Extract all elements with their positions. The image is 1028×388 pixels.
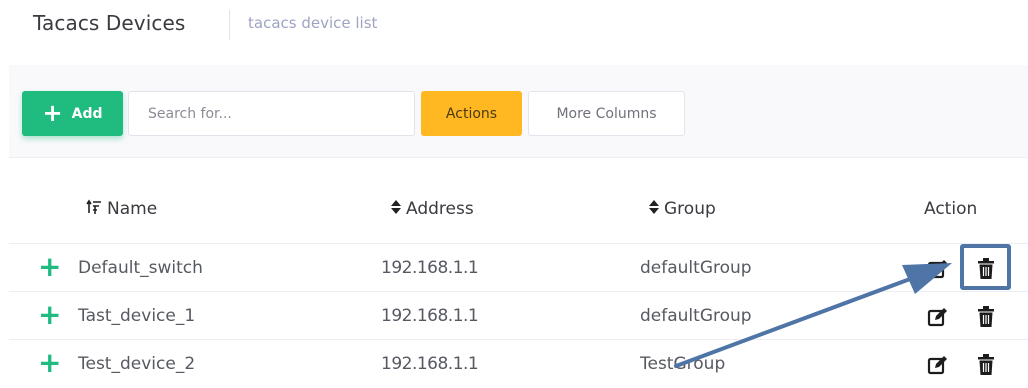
add-button[interactable]: + Add [22,91,123,136]
table-row: + Tast_device_1 192.168.1.1 defaultGroup [9,291,1028,340]
header-divider [229,10,230,40]
page-subtitle: tacacs device list [248,14,378,32]
cell-group: defaultGroup [640,258,752,278]
column-header-group-label: Group [664,199,716,219]
edit-icon[interactable] [927,258,949,280]
cell-address: 192.168.1.1 [381,306,479,326]
column-header-action: Action [924,199,978,219]
trash-icon[interactable] [975,353,997,377]
column-header-address-label: Address [406,199,474,219]
add-button-label: Add [71,105,103,122]
sort-icon [391,200,401,218]
page-title: Tacacs Devices [33,11,186,35]
page-header: Tacacs Devices tacacs device list [0,0,1028,50]
expand-row-icon[interactable]: + [38,253,61,281]
column-header-name-label: Name [107,199,158,219]
plus-icon: + [42,98,63,127]
trash-icon[interactable] [975,305,997,329]
table-row: + Default_switch 192.168.1.1 defaultGrou… [9,243,1028,292]
column-header-address[interactable]: Address [391,199,474,219]
cell-name: Tast_device_1 [78,306,196,326]
expand-row-icon[interactable]: + [38,349,61,377]
cell-group: defaultGroup [640,306,752,326]
cell-address: 192.168.1.1 [381,354,479,374]
cell-name: Test_device_2 [78,354,196,374]
sort-amount-up-icon [86,199,102,219]
cell-address: 192.168.1.1 [381,258,479,278]
sort-icon [649,200,659,218]
column-header-group[interactable]: Group [649,199,716,219]
column-header-name[interactable]: Name [86,199,157,219]
expand-row-icon[interactable]: + [38,301,61,329]
search-input[interactable] [128,91,415,136]
edit-icon[interactable] [927,354,949,376]
more-columns-button[interactable]: More Columns [528,91,685,136]
cell-group: TestGroup [640,354,726,374]
edit-icon[interactable] [927,306,949,328]
actions-button[interactable]: Actions [421,91,522,136]
cell-name: Default_switch [78,258,203,278]
delete-highlight-box [960,244,1011,290]
